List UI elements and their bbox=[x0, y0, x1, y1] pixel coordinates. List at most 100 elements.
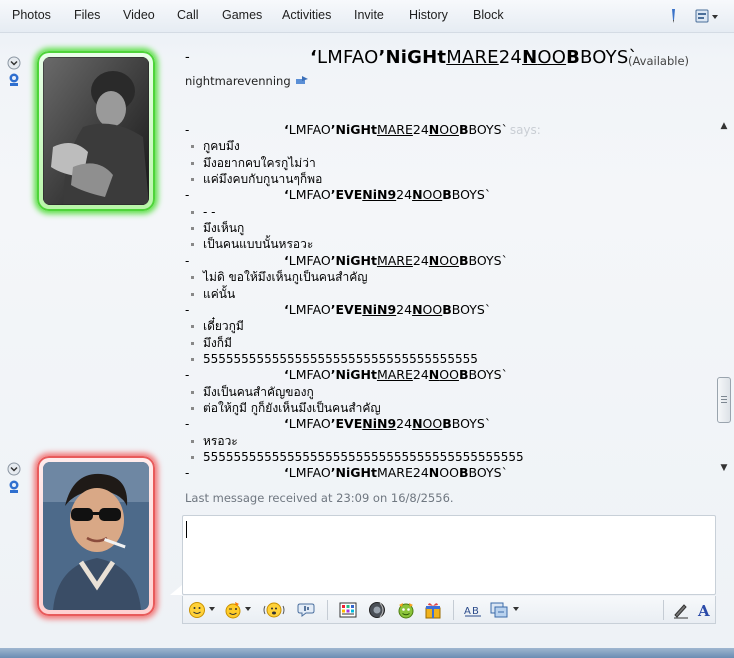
menu-block[interactable]: Block bbox=[473, 8, 504, 22]
voice-clip-icon[interactable] bbox=[297, 600, 317, 620]
message-text: 555555555555555555555555555555555555 bbox=[203, 351, 478, 366]
self-avatar[interactable] bbox=[37, 456, 155, 616]
handwriting-icon[interactable] bbox=[671, 600, 691, 620]
menu-video[interactable]: Video bbox=[123, 8, 155, 22]
sender-name-part: BOYS bbox=[451, 187, 485, 203]
wink-icon[interactable] bbox=[223, 600, 243, 620]
input-toolbar: AB A bbox=[182, 596, 716, 624]
name-part: M bbox=[327, 47, 344, 68]
background-icon[interactable] bbox=[338, 600, 358, 620]
sender-name-part: OO bbox=[422, 301, 443, 317]
sender-name[interactable]: ‘LMFAO’NiGHtMARE24NOOBBOYS` bbox=[284, 367, 508, 383]
sender-name[interactable]: ‘LMFAO’NiGHtMARE24NOOBBOYS` bbox=[284, 465, 508, 478]
sound-icon[interactable] bbox=[367, 600, 387, 620]
sender-name-part: N bbox=[412, 301, 423, 317]
sender-name[interactable]: ‘LMFAO’NiGHtMARE24NOOBBOYS` bbox=[284, 253, 508, 269]
conversation-scrollbar[interactable]: ▲ ▼ bbox=[716, 118, 732, 474]
sender-name-part: BOYS bbox=[451, 416, 485, 432]
menu-activities[interactable]: Activities bbox=[282, 8, 331, 22]
collapse-contact-chevron-down-icon[interactable] bbox=[6, 55, 22, 71]
sender-name-part: OO bbox=[439, 122, 459, 137]
conversation-history[interactable]: - ‘LMFAO’NiGHtMARE24NOOBBOYS` says: กูคบมึง… bbox=[180, 118, 734, 478]
emoticon-icon[interactable] bbox=[187, 600, 207, 620]
ink-icon[interactable] bbox=[489, 600, 509, 620]
sender-name[interactable]: ‘LMFAO’EVENiN924NOOBBOYS` bbox=[284, 302, 491, 318]
games-icon[interactable] bbox=[395, 600, 417, 620]
message-text: เดี๋ยวกูมี bbox=[203, 319, 244, 334]
sender-name-part: M bbox=[295, 301, 307, 317]
collapse-self-chevron-down-icon[interactable] bbox=[6, 461, 22, 477]
sender-name-part: 24 bbox=[396, 301, 413, 317]
sender-name-part: L bbox=[288, 301, 296, 317]
message-text: 5555555555555555555555555555555555555555… bbox=[203, 450, 524, 464]
contact-personal-message: nightmarevenning bbox=[185, 74, 291, 88]
sender-name[interactable]: ‘LMFAO’EVENiN924NOOBBOYS` bbox=[284, 416, 491, 432]
emoticon-dropdown-chevron-down-icon[interactable] bbox=[209, 607, 215, 611]
name-part: MARE bbox=[446, 47, 499, 68]
message-line: เป็นคนแบบนั้นหรอวะ bbox=[191, 236, 313, 252]
wink-dropdown-chevron-down-icon[interactable] bbox=[245, 607, 251, 611]
sender-name-part: MARE bbox=[376, 465, 413, 478]
sender-name-part: OO bbox=[439, 252, 459, 268]
sender-name-part: BOYS bbox=[451, 301, 485, 317]
sender-name-part: MARE bbox=[376, 252, 413, 268]
message-text: มึงเป็นคนสำคัญของกู bbox=[203, 384, 314, 399]
message-text: ต่อให้กูมี กูก็ยังเห็นมึงเป็นคนสำคัญ bbox=[203, 400, 381, 415]
menu-games[interactable]: Games bbox=[222, 8, 262, 22]
sender-dash: - bbox=[185, 123, 190, 137]
sender-name-part: BOYS bbox=[468, 465, 502, 478]
sender-name[interactable]: ‘LMFAO’NiGHtMARE24NOOBBOYS` says: bbox=[284, 122, 541, 138]
sender-name-part: L bbox=[288, 122, 296, 137]
menu-call[interactable]: Call bbox=[177, 8, 199, 22]
sender-name-part: MARE bbox=[376, 122, 413, 137]
menu-photos[interactable]: Photos bbox=[12, 8, 51, 22]
sender-name-part: ` bbox=[501, 465, 508, 478]
message-text: เป็นคนแบบนั้นหรอวะ bbox=[203, 237, 314, 252]
sender-name-part: EVE bbox=[335, 187, 363, 203]
sender-name-part: M bbox=[295, 465, 307, 478]
settings-menu-icon[interactable] bbox=[694, 6, 722, 26]
name-part: F bbox=[343, 47, 352, 68]
message-text: มึงอยากคบใครกูไม่ว่า bbox=[203, 155, 316, 170]
sender-name-part: NiGHt bbox=[335, 367, 377, 383]
scroll-up-icon[interactable]: ▲ bbox=[718, 120, 730, 132]
contact-display-name[interactable]: ‘LMFAO’NiGHtMARE24NOOBBOYS` bbox=[310, 47, 638, 68]
scroll-thumb[interactable] bbox=[717, 377, 731, 423]
menu-history[interactable]: History bbox=[409, 8, 448, 22]
sender-name-part: A bbox=[312, 122, 321, 137]
message-line: - - bbox=[191, 204, 215, 220]
message-input[interactable] bbox=[182, 515, 716, 595]
font-icon[interactable]: AB bbox=[463, 600, 483, 620]
message-text: หรอวะ bbox=[203, 433, 238, 448]
pen-icon[interactable] bbox=[664, 6, 684, 26]
self-webcam-icon[interactable] bbox=[6, 479, 22, 495]
sender-dash: - bbox=[185, 466, 190, 478]
sender-name-part: NiN9 bbox=[362, 416, 397, 432]
sender-name-part: O bbox=[320, 301, 331, 317]
sender-name-part: MARE bbox=[376, 367, 413, 383]
contact-webcam-icon[interactable] bbox=[6, 72, 22, 88]
nudge-icon[interactable] bbox=[262, 600, 286, 620]
message-text: ไม่ดิ ขอให้มึงเห็นกูเป็นคนสำคัญ bbox=[203, 270, 368, 285]
gift-icon[interactable] bbox=[423, 600, 443, 620]
sender-name-part: M bbox=[295, 187, 307, 203]
menu-invite[interactable]: Invite bbox=[354, 8, 384, 22]
sender-name-part: OO bbox=[422, 187, 443, 203]
ink-dropdown-chevron-down-icon[interactable] bbox=[513, 607, 519, 611]
name-part: 24 bbox=[498, 47, 523, 68]
text-icon[interactable]: A bbox=[695, 600, 715, 620]
menu-files[interactable]: Files bbox=[74, 8, 100, 22]
sender-name-part: A bbox=[312, 416, 321, 432]
message-line: แค่มึงคบกับกูนานๆก็พอ bbox=[191, 171, 322, 187]
contact-avatar[interactable] bbox=[37, 51, 155, 211]
sender-name-part: N bbox=[428, 465, 440, 478]
name-part: ’ bbox=[378, 47, 386, 68]
sender-name[interactable]: ‘LMFAO’EVENiN924NOOBBOYS` bbox=[284, 187, 491, 203]
sender-name-part: M bbox=[295, 416, 307, 432]
share-icon[interactable] bbox=[295, 74, 309, 88]
sender-name-part: NiN9 bbox=[362, 187, 397, 203]
message-line: ต่อให้กูมี กูก็ยังเห็นมึงเป็นคนสำคัญ bbox=[191, 400, 381, 416]
header-dash: - bbox=[185, 50, 190, 65]
sender-name-part: L bbox=[288, 252, 296, 268]
scroll-down-icon[interactable]: ▼ bbox=[718, 462, 730, 474]
